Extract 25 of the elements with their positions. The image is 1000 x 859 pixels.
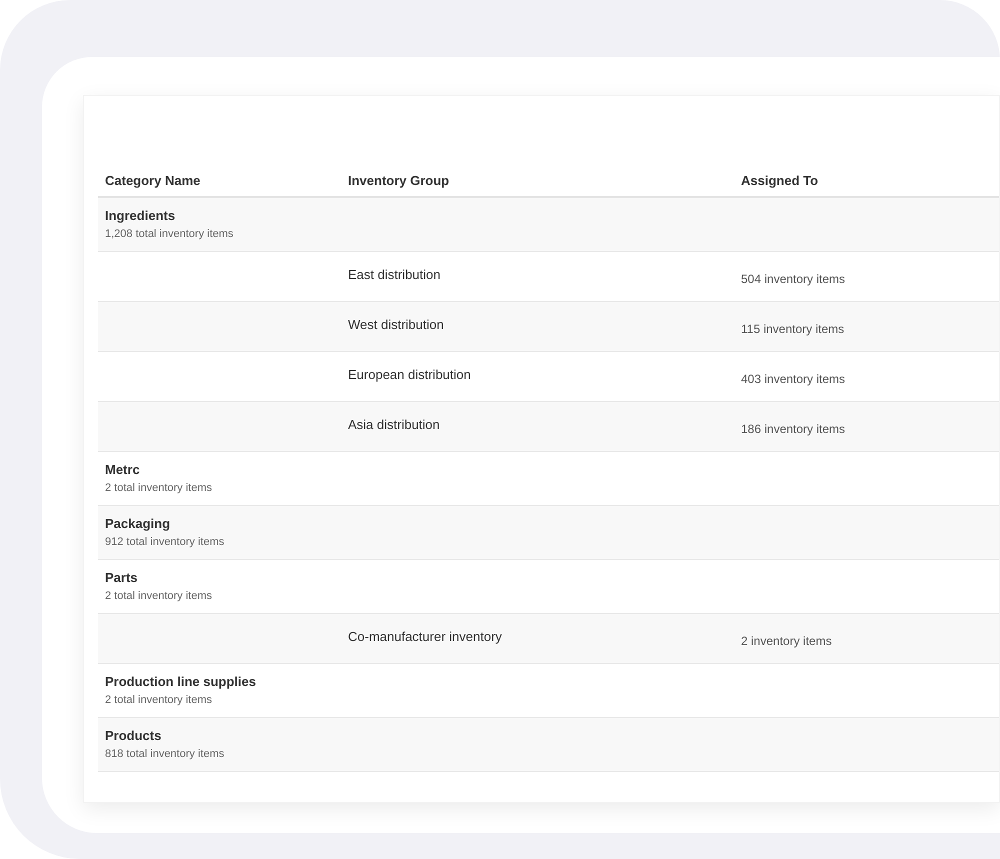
- column-header: Category Name: [105, 173, 200, 188]
- assigned-count: 403 inventory items: [741, 372, 846, 386]
- assigned-count: 2 inventory items: [741, 634, 832, 648]
- category-total: 912 total inventory items: [105, 535, 224, 549]
- assigned-count: 504 inventory items: [741, 272, 846, 286]
- category-name: Metrc: [105, 462, 140, 478]
- category-total: 2 total inventory items: [105, 693, 212, 707]
- category-name: Packaging: [105, 516, 170, 532]
- inventory-group: European distribution: [348, 366, 471, 382]
- inventory-group: Co-manufacturer inventory: [348, 628, 502, 644]
- category-name: Production line supplies: [105, 674, 256, 690]
- column-header: Inventory Group: [348, 173, 450, 188]
- category-name: Products: [105, 728, 162, 744]
- inventory-group: Asia distribution: [348, 416, 440, 432]
- category-total: 1,208 total inventory items: [105, 227, 234, 241]
- category-name: Ingredients: [105, 208, 176, 224]
- assigned-count: 186 inventory items: [741, 422, 846, 436]
- inventory-group: East distribution: [348, 266, 440, 282]
- assigned-count: 115 inventory items: [741, 322, 844, 336]
- inventory-group: West distribution: [348, 316, 444, 332]
- column-header: Assigned To: [741, 173, 818, 188]
- category-total: 818 total inventory items: [105, 747, 224, 761]
- category-total: 2 total inventory items: [105, 589, 212, 603]
- category-name: Parts: [105, 570, 138, 586]
- category-total: 2 total inventory items: [105, 481, 212, 495]
